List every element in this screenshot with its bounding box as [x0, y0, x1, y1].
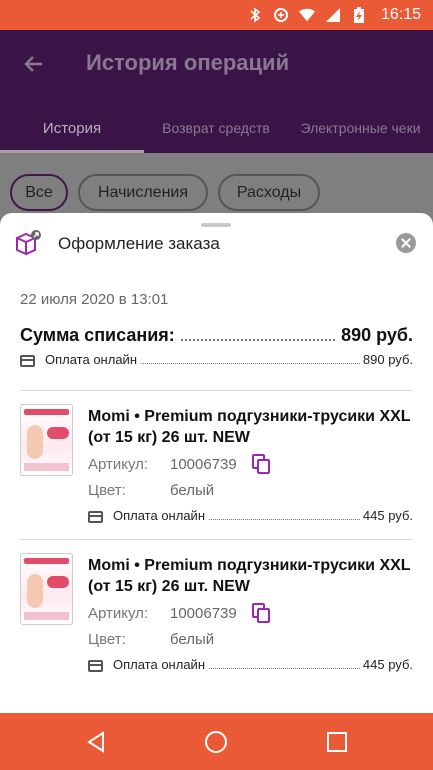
- order-box-icon: [14, 229, 42, 257]
- dotted-leader: [141, 363, 360, 364]
- order-item: Momi • Premium подгузники-трусики XXL (о…: [0, 553, 433, 693]
- total-row: Сумма списания: 890 руб.: [20, 325, 413, 351]
- article-label: Артикул:: [88, 456, 149, 473]
- color-label: Цвет:: [88, 482, 126, 499]
- product-name[interactable]: Momi • Premium подгузники-трусики XXL (о…: [88, 555, 418, 597]
- article-value: 10006739: [170, 605, 237, 622]
- app-bar: История операций История Возврат средств…: [0, 30, 433, 153]
- total-label: Сумма списания:: [20, 325, 175, 345]
- tab-refunds[interactable]: Возврат средств: [144, 104, 288, 153]
- credit-card-icon: [88, 511, 103, 523]
- total-value: 890 руб.: [341, 325, 413, 345]
- product-thumbnail[interactable]: [20, 404, 73, 476]
- payment-amount: 890 руб.: [362, 352, 413, 367]
- back-arrow-icon[interactable]: [22, 52, 46, 76]
- payment-method-label: Оплата онлайн: [113, 657, 205, 672]
- bluetooth-icon: [247, 7, 263, 23]
- filter-chip-all[interactable]: Все: [10, 174, 68, 211]
- copy-icon[interactable]: [252, 603, 270, 623]
- filter-chip-accruals[interactable]: Начисления: [78, 174, 208, 211]
- item-payment-row: Оплата онлайн 445 руб.: [88, 508, 413, 526]
- payment-amount: 445 руб.: [362, 657, 413, 672]
- sheet-title: Оформление заказа: [58, 234, 220, 253]
- tab-history[interactable]: История: [0, 104, 144, 153]
- tab-bar: История Возврат средств Электронные чеки: [0, 104, 433, 153]
- wifi-icon: [298, 7, 315, 23]
- article-label: Артикул:: [88, 605, 149, 622]
- copy-icon[interactable]: [252, 454, 270, 474]
- color-label: Цвет:: [88, 631, 126, 648]
- order-details-sheet: Оформление заказа 22 июля 2020 в 13:01 С…: [0, 213, 433, 713]
- signal-icon: [325, 7, 341, 23]
- data-saver-icon: [273, 7, 289, 23]
- tab-e-receipts[interactable]: Электронные чеки: [288, 104, 433, 153]
- color-value: белый: [170, 631, 215, 648]
- product-thumbnail[interactable]: [20, 553, 73, 625]
- page-title: История операций: [86, 50, 290, 75]
- divider: [20, 390, 413, 391]
- total-payment-row: Оплата онлайн 890 руб.: [20, 352, 413, 370]
- dotted-leader: [209, 668, 360, 669]
- system-nav-bar: [0, 713, 433, 770]
- divider: [20, 539, 413, 540]
- nav-recent-apps-icon[interactable]: [325, 730, 349, 754]
- product-name[interactable]: Momi • Premium подгузники-трусики XXL (о…: [88, 406, 418, 448]
- close-icon[interactable]: [396, 233, 416, 253]
- credit-card-icon: [20, 355, 35, 367]
- credit-card-icon: [88, 660, 103, 672]
- filter-chip-expenses[interactable]: Расходы: [218, 174, 320, 211]
- nav-home-icon[interactable]: [204, 730, 228, 754]
- payment-method-label: Оплата онлайн: [45, 352, 137, 367]
- payment-method-label: Оплата онлайн: [113, 508, 205, 523]
- order-item: Momi • Premium подгузники-трусики XXL (о…: [0, 404, 433, 544]
- order-date: 22 июля 2020 в 13:01: [20, 291, 169, 308]
- item-payment-row: Оплата онлайн 445 руб.: [88, 657, 413, 675]
- article-value: 10006739: [170, 456, 237, 473]
- status-time: 16:15: [380, 6, 421, 23]
- dotted-leader: [180, 339, 336, 341]
- status-bar: 16:15: [0, 0, 433, 30]
- battery-charging-icon: [351, 7, 367, 23]
- dotted-leader: [209, 519, 360, 520]
- sheet-header: Оформление заказа: [0, 227, 433, 269]
- color-value: белый: [170, 482, 215, 499]
- payment-amount: 445 руб.: [362, 508, 413, 523]
- nav-back-icon[interactable]: [84, 730, 108, 754]
